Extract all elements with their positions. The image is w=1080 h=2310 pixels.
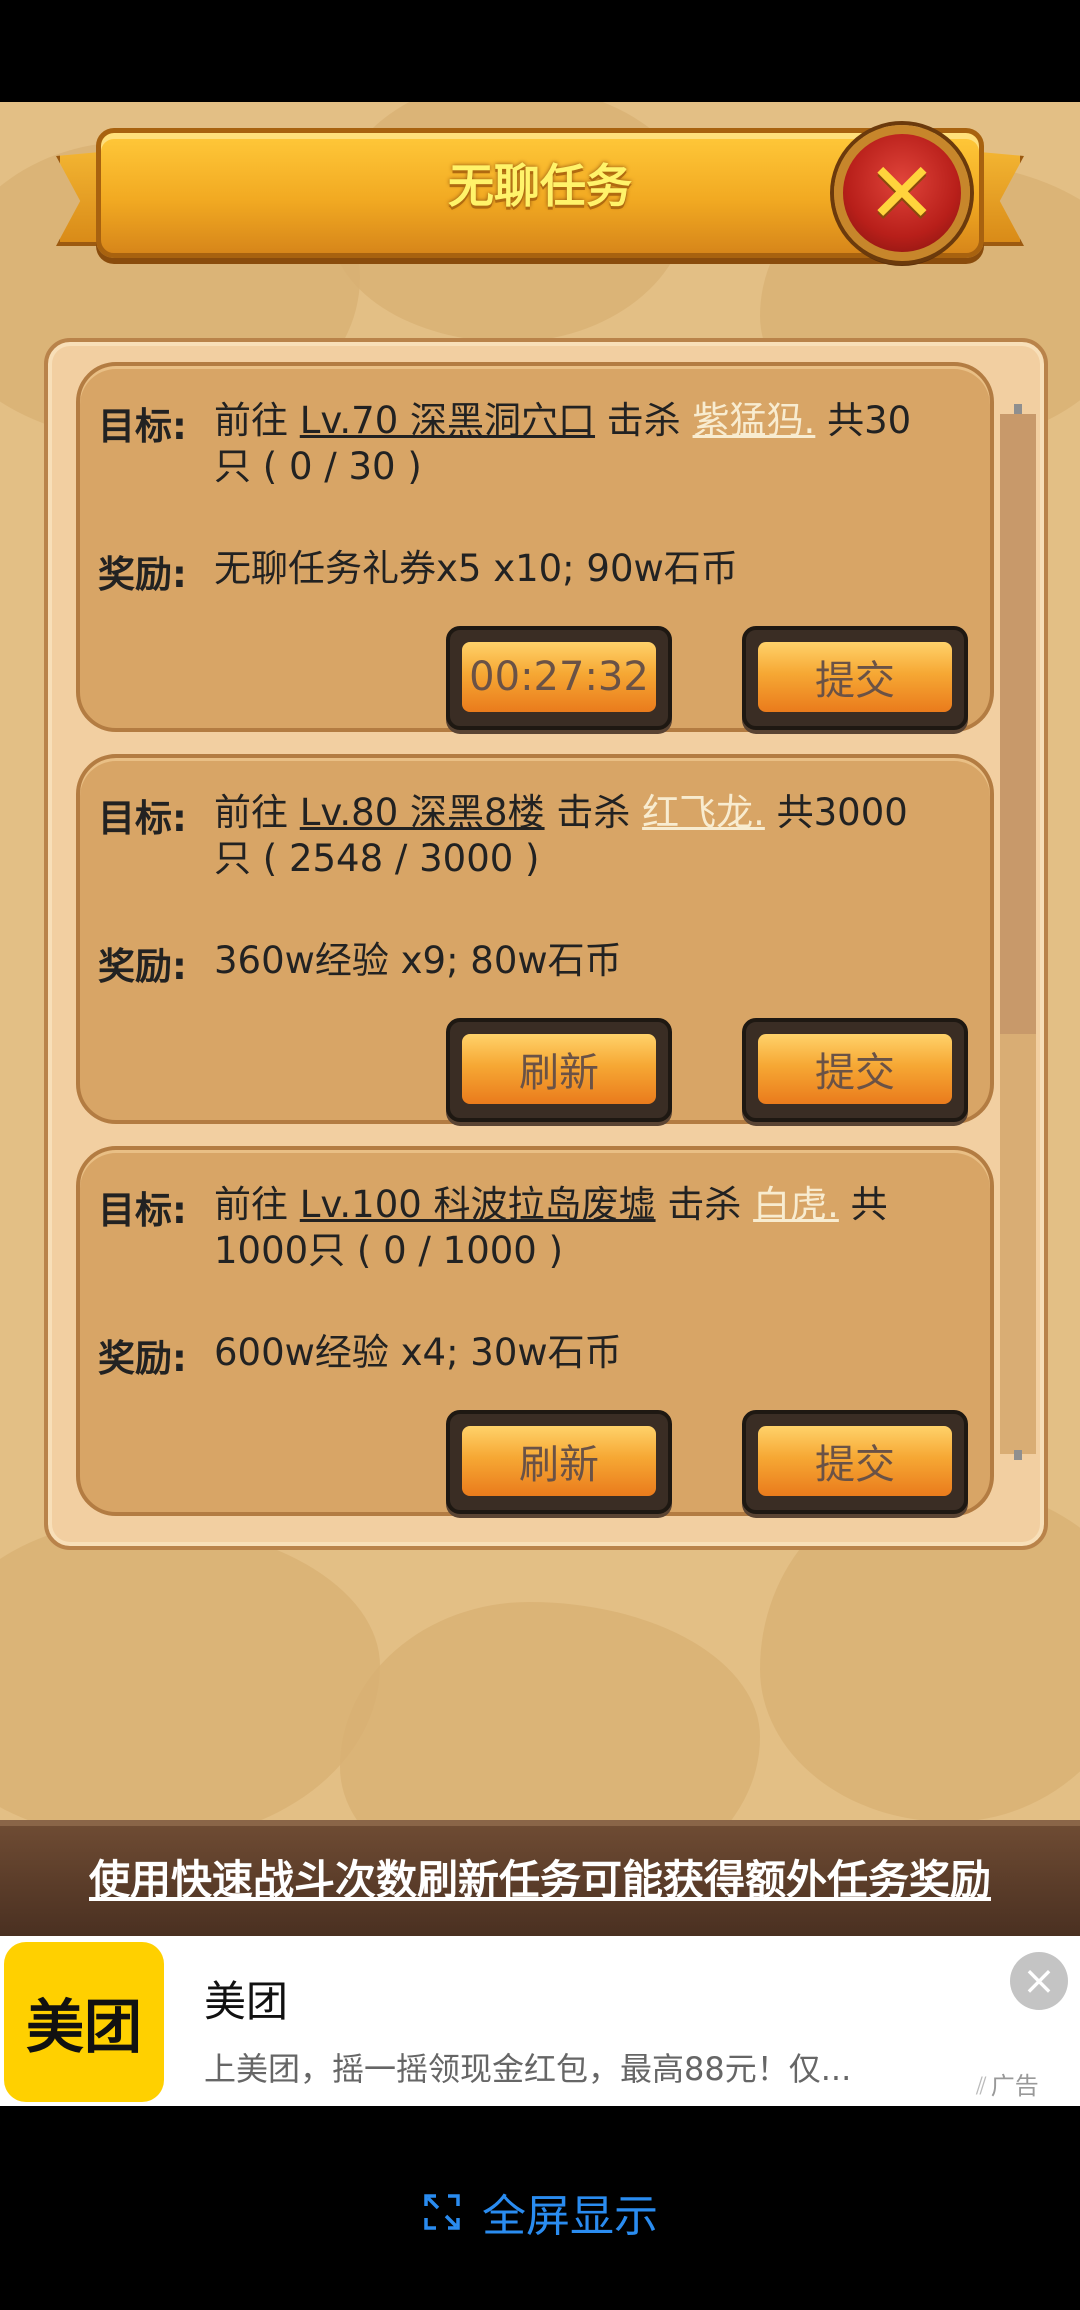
refresh-button[interactable]: 刷新 — [446, 1410, 672, 1514]
ad-title: 美团 — [204, 1977, 289, 2026]
ad-close-button[interactable]: × — [1010, 1952, 1068, 2010]
tip-link[interactable]: 使用快速战斗次数刷新任务可能获得额外任务奖励 — [0, 1846, 1080, 1906]
refresh-button[interactable]: 刷新 — [446, 1018, 672, 1122]
kill-count: 共3000 — [776, 791, 908, 834]
ad-mark-text: 广告 — [990, 2072, 1039, 2100]
timer-button[interactable]: 00:27:32 — [446, 626, 672, 730]
goal-prefix: 前往 — [214, 791, 288, 834]
submit-button[interactable]: 提交 — [742, 626, 968, 730]
reward-label: 奖励: — [98, 945, 187, 988]
monster-link[interactable]: 紫猛犸. — [693, 399, 816, 442]
close-icon: × — [1022, 1958, 1056, 2004]
fullscreen-button[interactable]: 全屏显示 — [0, 2180, 1080, 2244]
task-card: 目标: 前往 Lv.80 深黑8楼 击杀 红飞龙. 共3000 只 ( 2548… — [76, 754, 994, 1124]
ad-banner[interactable]: 美团 美团 上美团，摇一摇领现金红包，最高88元！仅... × ⫽ 广告 — [0, 1936, 1080, 2106]
background-blob — [0, 1522, 380, 1820]
submit-label: 提交 — [758, 642, 952, 712]
goal-label: 目标: — [98, 1189, 187, 1232]
submit-label: 提交 — [758, 1426, 952, 1496]
kill-progress: 只 ( 0 / 30 ) — [214, 445, 422, 488]
location-link[interactable]: Lv.100 科波拉岛废墟 — [300, 1183, 656, 1226]
goal-text: 前往 Lv.80 深黑8楼 击杀 红飞龙. 共3000 只 ( 2548 / 3… — [214, 790, 984, 882]
kill-count: 共30 — [827, 399, 912, 442]
app-screen: 无聊任务 ✕ 目标: 前往 Lv.70 深黑洞穴口 击杀 紫猛犸. 共30 只 … — [0, 0, 1080, 2310]
kill-progress: 只 ( 2548 / 3000 ) — [214, 837, 540, 880]
fullscreen-label: 全屏显示 — [482, 2191, 658, 2242]
kill-word: 击杀 — [556, 791, 631, 834]
location-link[interactable]: Lv.80 深黑8楼 — [300, 791, 545, 834]
monster-link[interactable]: 白虎. — [753, 1183, 839, 1226]
reward-label: 奖励: — [98, 1337, 187, 1380]
refresh-label: 刷新 — [462, 1034, 656, 1104]
monster-link[interactable]: 红飞龙. — [642, 791, 765, 834]
goal-label: 目标: — [98, 797, 187, 840]
kill-count: 共 — [850, 1183, 888, 1226]
reward-text: 无聊任务礼券x5 x10; 90w石币 — [214, 547, 738, 590]
goal-text: 前往 Lv.100 科波拉岛废墟 击杀 白虎. 共 1000只 ( 0 / 10… — [214, 1182, 984, 1274]
scroll-down-arrow-icon[interactable] — [1014, 1450, 1022, 1460]
ad-mark-label: ⫽ 广告 — [976, 2066, 1039, 2101]
reward-label: 奖励: — [98, 553, 187, 596]
reward-text: 600w经验 x4; 30w石币 — [214, 1331, 622, 1374]
location-link[interactable]: Lv.70 深黑洞穴口 — [300, 399, 595, 442]
scroll-up-arrow-icon[interactable] — [1014, 404, 1022, 414]
ad-description: 上美团，摇一摇领现金红包，最高88元！仅... — [204, 2050, 852, 2088]
background-blob — [340, 1602, 760, 1820]
reward-text: 360w经验 x9; 80w石币 — [214, 939, 622, 982]
kill-word: 击杀 — [606, 399, 681, 442]
kill-progress: 1000只 ( 0 / 1000 ) — [214, 1229, 564, 1272]
close-x-icon: ✕ — [866, 144, 938, 242]
goal-prefix: 前往 — [214, 399, 288, 442]
goal-label: 目标: — [98, 405, 187, 448]
meituan-logo: 美团 — [4, 1942, 164, 2102]
goal-prefix: 前往 — [214, 1183, 288, 1226]
kill-word: 击杀 — [667, 1183, 742, 1226]
submit-label: 提交 — [758, 1034, 952, 1104]
scrollbar-thumb[interactable] — [1000, 414, 1036, 1034]
timer-label: 00:27:32 — [462, 642, 656, 712]
ad-brand-icon: ⫽ — [976, 2072, 987, 2100]
expand-icon — [424, 2194, 460, 2230]
task-card: 目标: 前往 Lv.100 科波拉岛废墟 击杀 白虎. 共 1000只 ( 0 … — [76, 1146, 994, 1516]
task-card: 目标: 前往 Lv.70 深黑洞穴口 击杀 紫猛犸. 共30 只 ( 0 / 3… — [76, 362, 994, 732]
submit-button[interactable]: 提交 — [742, 1410, 968, 1514]
close-button[interactable]: ✕ — [834, 125, 970, 261]
submit-button[interactable]: 提交 — [742, 1018, 968, 1122]
goal-text: 前往 Lv.70 深黑洞穴口 击杀 紫猛犸. 共30 只 ( 0 / 30 ) — [214, 398, 984, 490]
refresh-label: 刷新 — [462, 1426, 656, 1496]
